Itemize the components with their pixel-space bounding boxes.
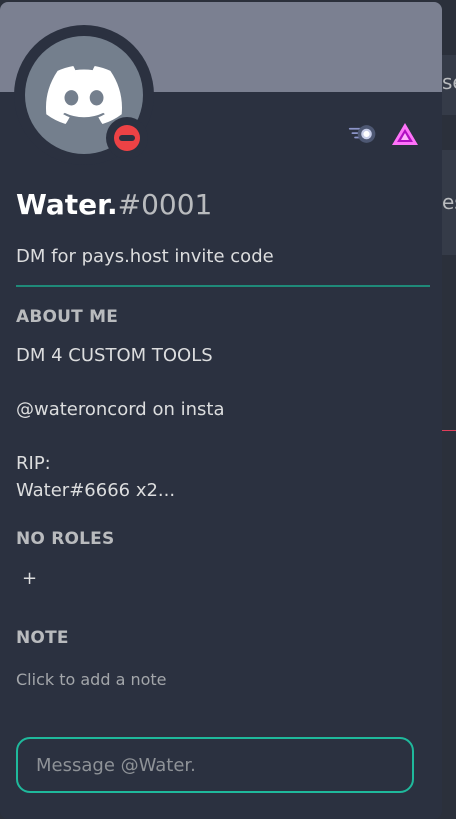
custom-status: DM for pays.host invite code (16, 246, 274, 267)
avatar-wrapper[interactable] (14, 25, 154, 165)
note-title: NOTE (16, 628, 69, 648)
user-profile-popout: Water.#0001 DM for pays.host invite code… (0, 2, 442, 819)
hypesquad-brilliance-icon (348, 125, 376, 143)
username[interactable]: Water.#0001 (16, 188, 212, 221)
message-input[interactable] (34, 753, 396, 777)
background-divider (442, 430, 456, 431)
about-me-line: @wateroncord on insta (16, 399, 225, 420)
username-text: Water. (16, 188, 118, 221)
status-indicator (106, 117, 148, 159)
discord-logo-icon (46, 66, 122, 124)
hypesquad-brilliance-icon[interactable] (348, 120, 378, 148)
background-text: se (442, 70, 456, 94)
discriminator: #0001 (117, 188, 213, 221)
background-text: es (442, 190, 456, 214)
about-me-line: RIP: (16, 453, 51, 474)
profile-badges (348, 120, 420, 148)
about-me-title: ABOUT ME (16, 307, 119, 327)
nitro-boost-icon[interactable] (390, 120, 420, 148)
do-not-disturb-icon (114, 125, 140, 151)
about-me-line: DM 4 CUSTOM TOOLS (16, 345, 213, 366)
nitro-boost-icon (392, 123, 418, 145)
note-field[interactable]: Click to add a note (16, 670, 167, 689)
message-input-box[interactable] (16, 737, 414, 793)
add-role-button[interactable]: + (22, 568, 37, 589)
roles-title: NO ROLES (16, 529, 115, 549)
about-me-line: Water#6666 x2... (16, 480, 176, 501)
divider (16, 285, 430, 287)
